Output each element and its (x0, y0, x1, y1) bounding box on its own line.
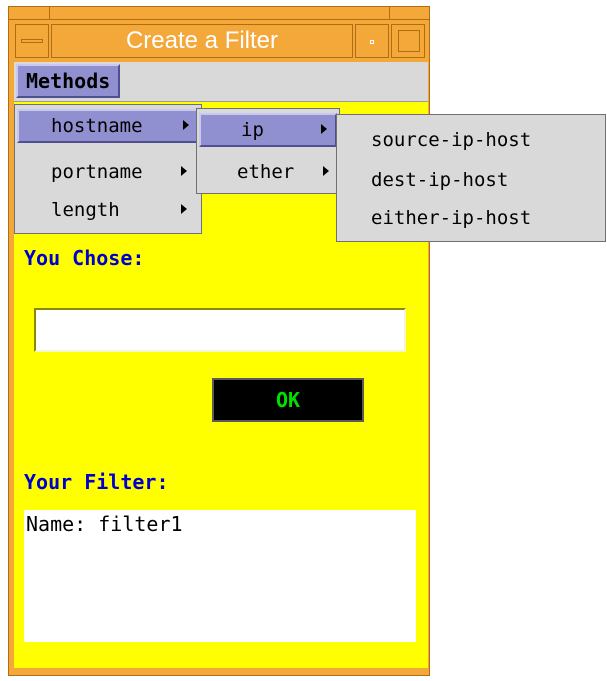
your-filter-label: Your Filter: (24, 470, 169, 494)
ip-submenu: source-ip-host dest-ip-host either-ip-ho… (336, 114, 606, 242)
you-chose-label: You Chose: (24, 246, 145, 270)
menubar: Methods (14, 62, 428, 102)
menu-item-either-ip-host[interactable]: either-ip-host (337, 201, 605, 235)
menu-item-label: hostname (51, 115, 143, 137)
window-menu-button[interactable] (15, 24, 49, 58)
menu-item-portname[interactable]: portname (17, 155, 199, 189)
methods-dropdown: hostname portname length (14, 104, 202, 234)
minimize-button[interactable] (355, 24, 389, 58)
maximize-icon (398, 30, 420, 52)
menu-item-label: either-ip-host (371, 207, 532, 229)
submenu-arrow-icon (321, 124, 327, 134)
filter-text-area[interactable]: Name: filter1 (24, 510, 416, 642)
frame-edge-top (9, 19, 429, 20)
menu-item-label: portname (51, 161, 143, 183)
menu-methods[interactable]: Methods (16, 64, 121, 98)
submenu-arrow-icon (181, 204, 187, 214)
submenu-arrow-icon (181, 166, 187, 176)
submenu-arrow-icon (183, 120, 189, 130)
chosen-value-field[interactable] (34, 308, 406, 352)
menu-item-source-ip-host[interactable]: source-ip-host (337, 123, 605, 157)
menu-item-label: ether (237, 161, 295, 183)
menu-item-dest-ip-host[interactable]: dest-ip-host (337, 163, 605, 197)
menu-item-ether[interactable]: ether (199, 155, 337, 189)
window-title[interactable]: Create a Filter (51, 24, 353, 58)
frame-resize-tick-right[interactable] (389, 7, 390, 19)
minimize-icon (370, 40, 374, 44)
window-menu-icon (21, 39, 43, 43)
menu-item-label: ip (241, 119, 264, 141)
ok-button[interactable]: OK (212, 378, 364, 422)
menu-item-label: source-ip-host (371, 129, 532, 151)
submenu-arrow-icon (323, 166, 329, 176)
menu-item-label: dest-ip-host (371, 169, 509, 191)
menu-item-label: length (51, 199, 120, 221)
maximize-button[interactable] (391, 24, 425, 58)
menu-item-length[interactable]: length (17, 193, 199, 227)
menu-item-ip[interactable]: ip (199, 113, 337, 147)
menu-item-hostname[interactable]: hostname (17, 109, 199, 143)
hostname-submenu: ip ether (196, 108, 340, 194)
frame-resize-tick-left[interactable] (49, 7, 50, 19)
